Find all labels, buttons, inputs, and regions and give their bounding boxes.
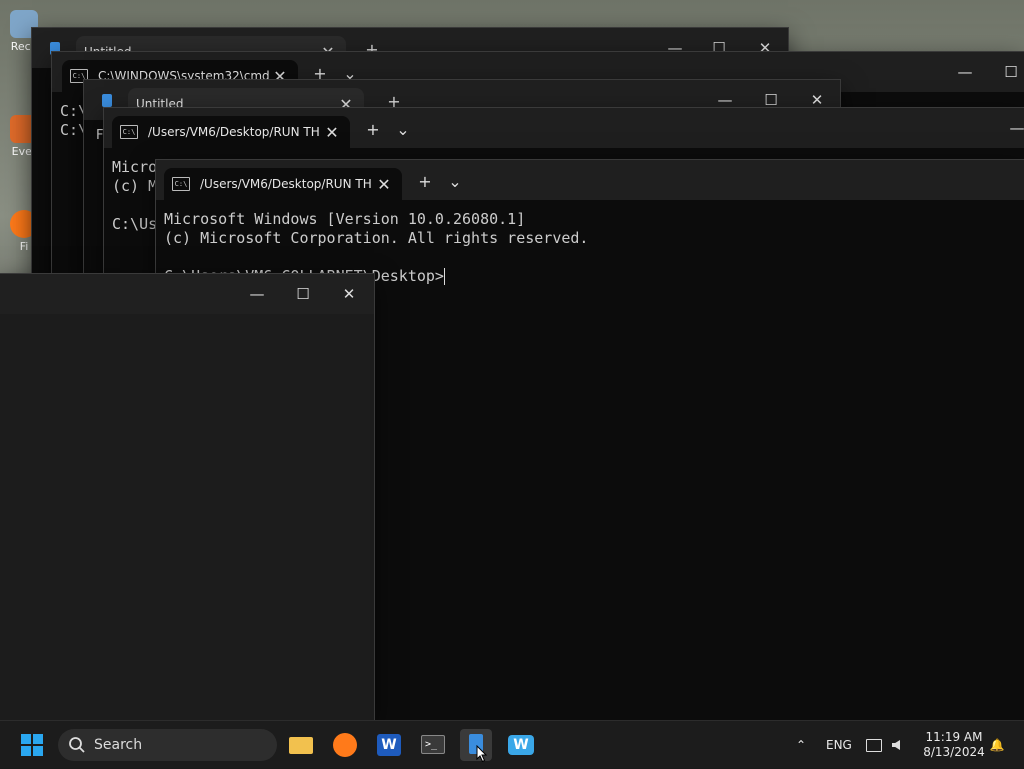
tab-title: /Users/VM6/Desktop/RUN TH <box>148 125 320 139</box>
language-label: ENG <box>826 738 852 752</box>
desktop-icon-label: Fi <box>19 240 29 253</box>
terminal-line: Microsoft Windows [Version 10.0.26080.1] <box>164 210 526 228</box>
volume-icon[interactable] <box>892 721 912 769</box>
terminal-line: (c) Microsoft Corporation. All rights re… <box>164 229 589 247</box>
clock-date: 8/13/2024 <box>923 745 985 759</box>
clock[interactable]: 11:19 AM 8/13/2024 <box>922 721 986 769</box>
minimize-button[interactable]: — <box>942 52 988 92</box>
firefox-icon <box>333 733 357 757</box>
tab-run-terminal[interactable]: C:\ /Users/VM6/Desktop/RUN TH ✕ <box>164 168 402 200</box>
language-indicator[interactable]: ENG <box>826 721 852 769</box>
terminal-icon: C:\ <box>120 125 138 139</box>
blank-window[interactable]: — ☐ ✕ <box>0 274 374 720</box>
file-menu[interactable]: F <box>96 128 103 143</box>
terminal-line: C:\Us <box>112 215 158 233</box>
terminal-icon: >_ <box>421 735 445 754</box>
search-icon <box>69 737 85 753</box>
close-button[interactable]: ✕ <box>326 274 372 314</box>
close-tab-icon[interactable]: ✕ <box>374 175 394 194</box>
bell-icon: 🔔 <box>989 738 1005 752</box>
folder-icon <box>289 737 313 754</box>
tray-overflow-button[interactable]: ⌃ <box>790 721 812 769</box>
app-w-icon: W <box>508 735 534 755</box>
taskbar-search-box[interactable]: Search <box>58 729 277 761</box>
search-placeholder: Search <box>94 737 143 753</box>
window-titlebar[interactable]: C:\ /Users/VM6/Desktop/RUN TH ✕ + ⌄ <box>156 160 1024 200</box>
clock-time: 11:19 AM <box>925 730 983 744</box>
new-tab-button[interactable]: + <box>359 116 387 144</box>
monitor-icon <box>866 738 882 752</box>
taskbar-file-explorer[interactable] <box>285 729 317 761</box>
chevron-up-icon: ⌃ <box>795 738 807 752</box>
maximize-button[interactable]: ☐ <box>280 274 326 314</box>
maximize-button[interactable]: ☐ <box>988 52 1024 92</box>
dropdown-button[interactable]: ⌄ <box>389 116 417 144</box>
windows-logo-icon <box>21 734 43 756</box>
terminal-line: (c) M <box>112 177 158 195</box>
taskbar-firefox[interactable] <box>329 729 361 761</box>
minimize-button[interactable]: — <box>234 274 280 314</box>
dropdown-button[interactable]: ⌄ <box>441 168 469 196</box>
terminal-icon: C:\ <box>172 177 190 191</box>
taskbar-terminal[interactable]: >_ <box>417 729 449 761</box>
notifications-button[interactable]: 🔔 <box>987 721 1007 769</box>
text-cursor <box>443 268 445 285</box>
mouse-pointer-icon <box>476 745 488 763</box>
new-tab-button[interactable]: + <box>411 168 439 196</box>
tab-run-terminal[interactable]: C:\ /Users/VM6/Desktop/RUN TH ✕ <box>112 116 350 148</box>
taskbar-widget-app[interactable]: W <box>505 729 537 761</box>
minimize-button[interactable]: — <box>994 108 1024 148</box>
window-titlebar[interactable]: — ☐ ✕ <box>0 274 374 314</box>
tab-title: /Users/VM6/Desktop/RUN TH <box>200 177 372 191</box>
window-titlebar[interactable]: C:\ /Users/VM6/Desktop/RUN TH ✕ + ⌄ — <box>104 108 1024 148</box>
taskbar-notepad-active[interactable] <box>460 729 492 763</box>
notepad-icon <box>102 94 112 107</box>
taskbar-word[interactable]: W <box>373 729 405 761</box>
start-button[interactable] <box>16 729 48 761</box>
word-icon: W <box>377 734 401 756</box>
taskbar: Search W >_ W ⌃ ENG 11:19 AM 8/13/2024 🔔 <box>0 720 1024 768</box>
speaker-icon <box>892 740 900 750</box>
window-content-area[interactable] <box>0 314 374 720</box>
terminal-line: Micro <box>112 158 158 176</box>
network-icon[interactable] <box>866 721 886 769</box>
close-tab-icon[interactable]: ✕ <box>322 123 342 142</box>
